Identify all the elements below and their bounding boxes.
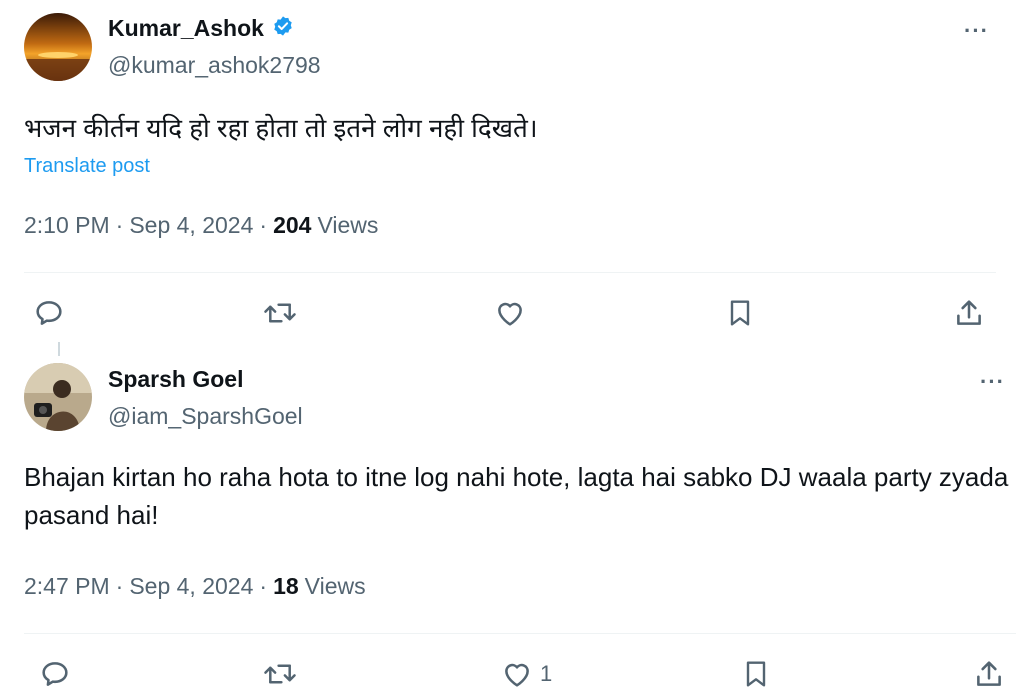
timestamp-time[interactable]: 2:10 PM (24, 212, 110, 239)
author-row: Sparsh Goel (108, 366, 243, 393)
like-button[interactable] (493, 296, 527, 330)
reply-icon (38, 657, 72, 691)
like-icon (500, 657, 534, 691)
views-count[interactable]: 18 (273, 573, 299, 600)
handle[interactable]: @iam_SparshGoel (108, 403, 303, 430)
reply-icon (32, 296, 66, 330)
tweet-text: भजन कीर्तन यदि हो रहा होता तो इतने लोग न… (24, 113, 538, 143)
views-count[interactable]: 204 (273, 212, 311, 239)
views-label: Views (304, 573, 366, 599)
tweet-meta: 2:47 PM · Sep 4, 2024 · 18 Views (24, 573, 366, 600)
divider (24, 272, 996, 273)
tweet-sparsh-goel: Sparsh Goel @iam_SparshGoel ··· Bhajan k… (0, 345, 1024, 687)
translate-post-link[interactable]: Translate post (24, 155, 150, 178)
meta-separator: · (259, 573, 268, 599)
handle[interactable]: @kumar_ashok2798 (108, 52, 321, 79)
reply-text: Bhajan kirtan ho raha hota to itne log n… (24, 462, 1009, 530)
reply-button[interactable] (38, 657, 72, 691)
views-label: Views (317, 212, 379, 238)
author-row: Kumar_Ashok (108, 15, 294, 42)
repost-icon (262, 296, 298, 330)
more-icon[interactable]: ··· (964, 18, 989, 44)
like-button[interactable]: 1 (500, 657, 552, 691)
like-icon (493, 296, 527, 330)
bookmark-button[interactable] (724, 296, 756, 330)
share-icon (972, 657, 1006, 691)
bookmark-icon (740, 657, 772, 691)
meta-separator: · (115, 573, 124, 599)
avatar-sparsh-goel[interactable] (24, 363, 92, 431)
share-icon (952, 296, 986, 330)
like-count: 1 (540, 661, 553, 686)
tweet-meta: 2:10 PM · Sep 4, 2024 · 204 Views (24, 212, 378, 239)
more-icon[interactable]: ··· (980, 369, 1005, 395)
divider (24, 633, 1016, 634)
repost-button[interactable] (262, 296, 298, 330)
share-button[interactable] (952, 296, 986, 330)
avatar-kumar-ashok[interactable] (24, 13, 92, 81)
tweet-kumar-ashok: Kumar_Ashok @kumar_ashok2798 ··· भजन कीर… (0, 0, 1024, 345)
timestamp-date[interactable]: Sep 4, 2024 (129, 212, 253, 239)
share-button[interactable] (972, 657, 1006, 691)
repost-icon (262, 657, 298, 691)
bookmark-button[interactable] (740, 657, 772, 691)
meta-separator: · (259, 212, 268, 238)
timestamp-time[interactable]: 2:47 PM (24, 573, 110, 600)
bookmark-icon (724, 296, 756, 330)
reply-button[interactable] (32, 296, 66, 330)
display-name[interactable]: Sparsh Goel (108, 366, 243, 393)
verified-badge-icon (272, 15, 294, 42)
timestamp-date[interactable]: Sep 4, 2024 (129, 573, 253, 600)
meta-separator: · (115, 212, 124, 238)
display-name[interactable]: Kumar_Ashok (108, 15, 264, 42)
repost-button[interactable] (262, 657, 298, 691)
